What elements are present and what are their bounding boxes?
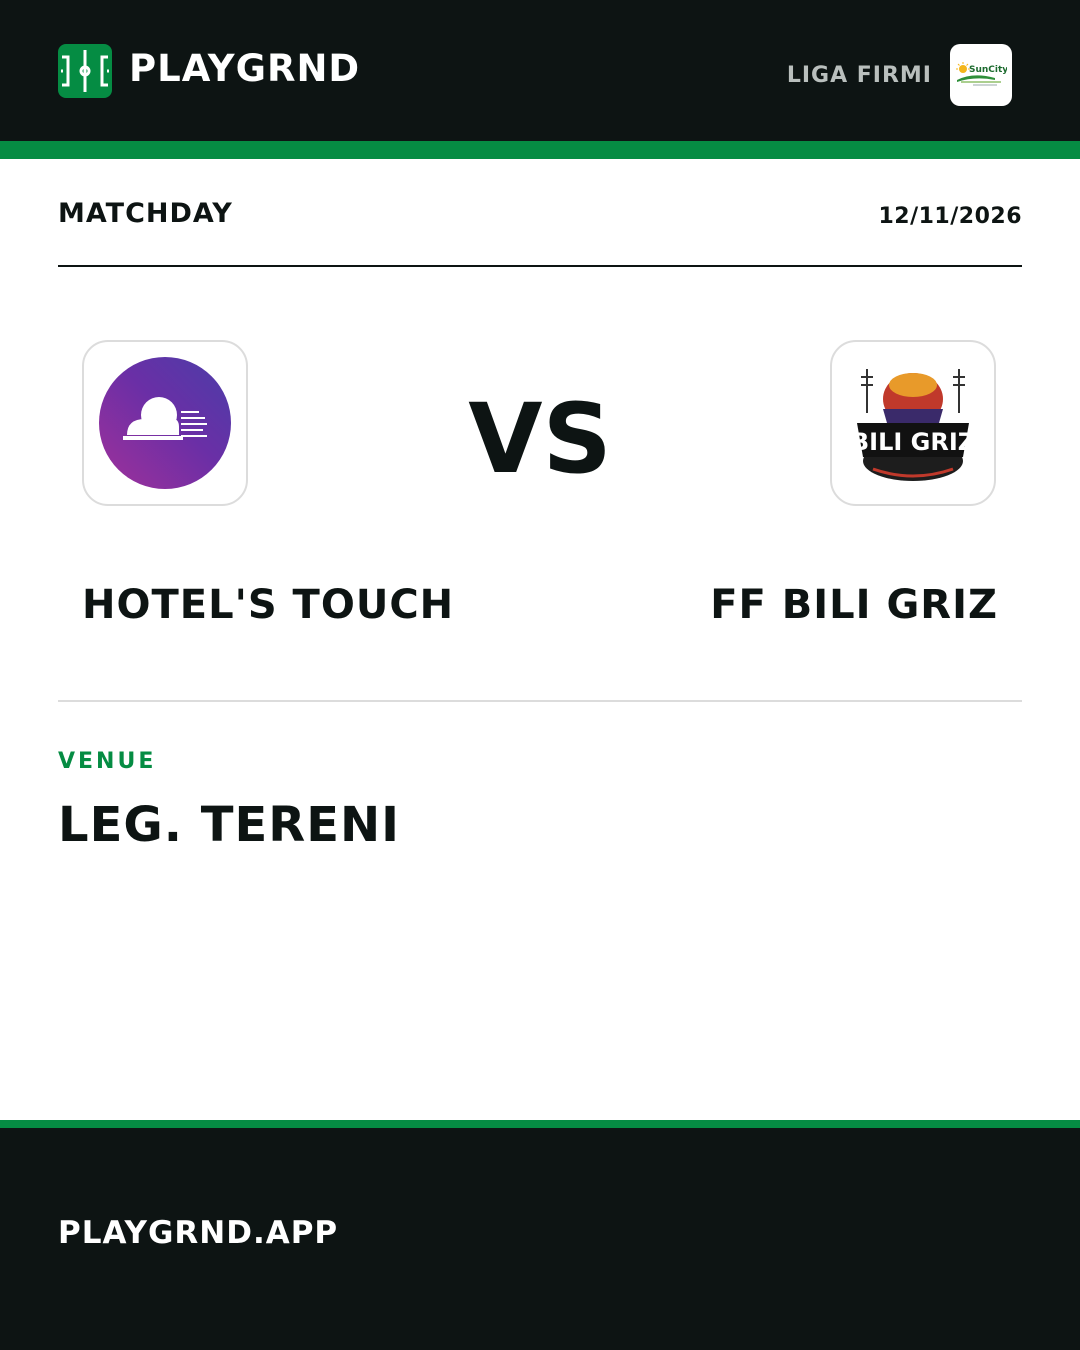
venue-label: VENUE bbox=[58, 749, 157, 774]
top-header: PLAYGRND LIGA FIRMI SunCity bbox=[0, 0, 1080, 141]
venue-name: LEG. TERENI bbox=[58, 797, 401, 853]
matchday-label: MATCHDAY bbox=[58, 198, 233, 229]
league-name: LIGA FIRMI bbox=[786, 62, 932, 88]
svg-text:SunCity: SunCity bbox=[969, 65, 1007, 75]
svg-text:BILI GRIZ: BILI GRIZ bbox=[851, 428, 975, 456]
teams-divider bbox=[58, 700, 1022, 702]
bili-griz-logo: BILI GRIZ bbox=[847, 357, 979, 489]
away-team-name: FF BILI GRIZ bbox=[710, 582, 998, 628]
suncity-sponsor-logo: SunCity bbox=[950, 44, 1012, 106]
home-team-name: HOTEL'S TOUCH bbox=[82, 582, 455, 628]
footer-accent-stripe bbox=[0, 1120, 1080, 1128]
brand[interactable]: PLAYGRND bbox=[58, 44, 360, 98]
league: LIGA FIRMI SunCity bbox=[787, 44, 1012, 106]
footer-url-link[interactable]: PLAYGRND.APP bbox=[58, 1215, 338, 1251]
header-divider bbox=[58, 265, 1022, 267]
header-accent-stripe bbox=[0, 141, 1080, 159]
pitch-icon bbox=[58, 44, 112, 98]
away-team-badge[interactable]: BILI GRIZ bbox=[830, 340, 996, 506]
brand-name: PLAYGRND bbox=[129, 47, 361, 90]
match-date: 12/11/2026 bbox=[878, 204, 1022, 229]
